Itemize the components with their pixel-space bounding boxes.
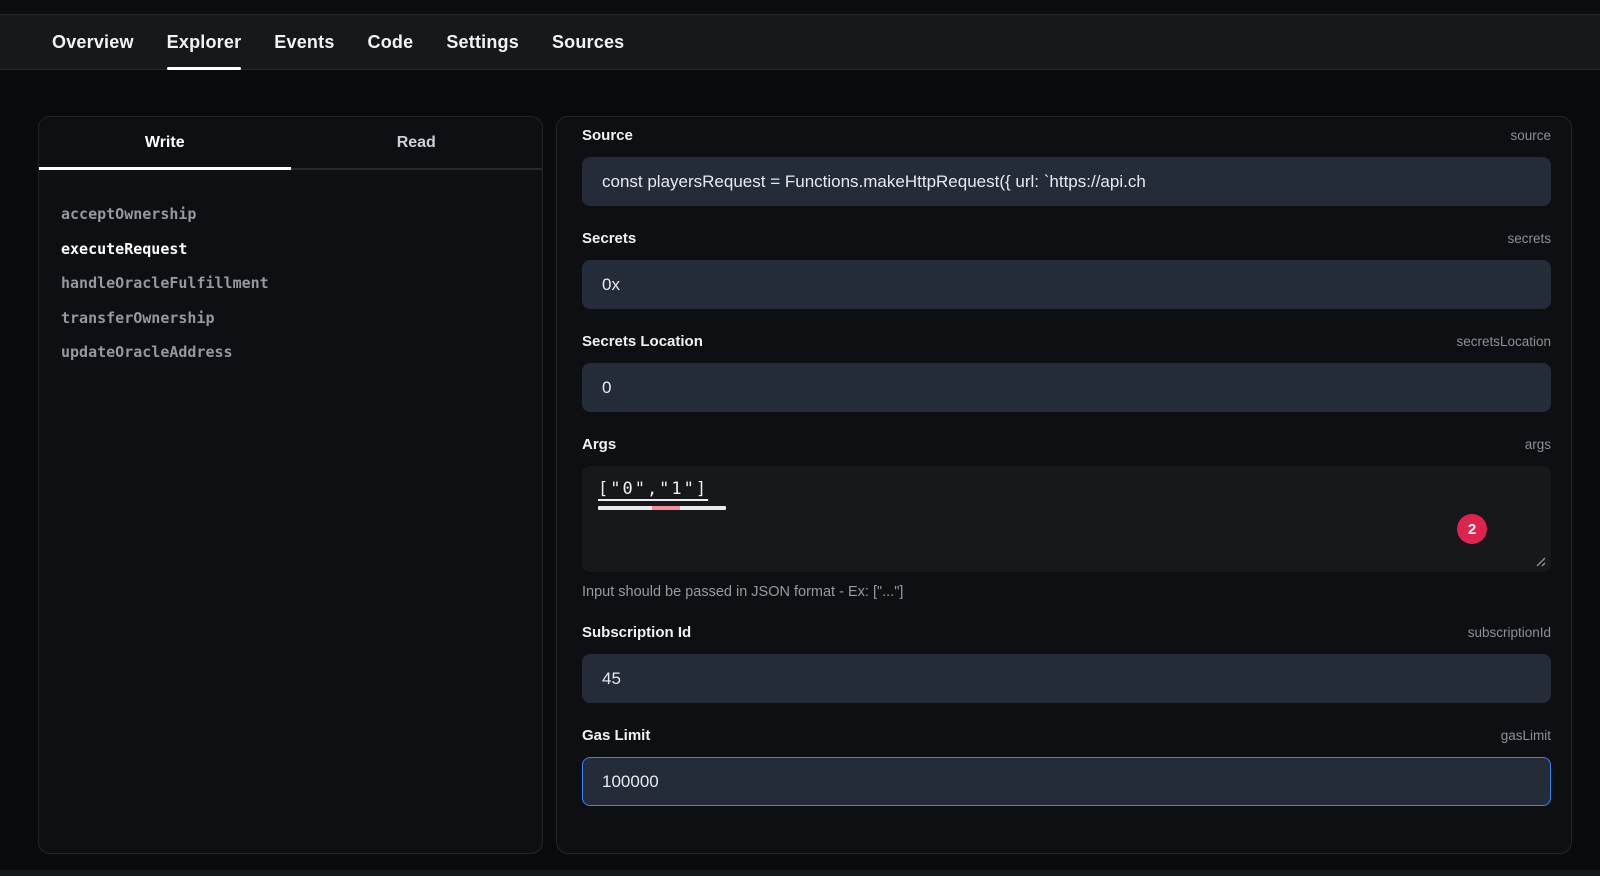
gas-limit-param-name: gasLimit	[1501, 728, 1551, 743]
write-read-tabbar: Write Read	[39, 117, 542, 170]
gas-limit-input[interactable]	[582, 757, 1551, 806]
tab-settings[interactable]: Settings	[446, 15, 519, 69]
field-secrets: Secrets secrets	[582, 230, 1551, 309]
source-input[interactable]	[582, 157, 1551, 206]
function-list: acceptOwnership executeRequest handleOra…	[39, 170, 542, 370]
field-secrets-location: Secrets Location secretsLocation	[582, 333, 1551, 412]
args-param-name: args	[1525, 437, 1551, 452]
function-item-updateoracleaddress[interactable]: updateOracleAddress	[61, 335, 542, 370]
function-item-handleoraclefulfillment[interactable]: handleOracleFulfillment	[61, 266, 542, 301]
window-top-strip	[0, 0, 1600, 14]
subscription-id-input[interactable]	[582, 654, 1551, 703]
bottom-edge-strip	[0, 870, 1600, 876]
main-navbar: Overview Explorer Events Code Settings S…	[0, 14, 1600, 70]
source-label: Source	[582, 127, 633, 144]
functions-panel: Write Read acceptOwnership executeReques…	[38, 116, 543, 854]
function-item-transferownership[interactable]: transferOwnership	[61, 301, 542, 336]
explorer-content: Write Read acceptOwnership executeReques…	[0, 70, 1600, 854]
args-value-text: ["0","1"]	[598, 479, 708, 499]
resize-handle-icon[interactable]	[1534, 555, 1546, 567]
secrets-param-name: secrets	[1507, 231, 1551, 246]
args-helper-text: Input should be passed in JSON format - …	[582, 584, 1551, 600]
tab-events[interactable]: Events	[274, 15, 334, 69]
function-item-executerequest[interactable]: executeRequest	[61, 232, 542, 267]
tab-code[interactable]: Code	[368, 15, 414, 69]
field-gas-limit: Gas Limit gasLimit	[582, 727, 1551, 806]
secrets-location-input[interactable]	[582, 363, 1551, 412]
args-textarea[interactable]: ["0","1"] 2	[582, 466, 1551, 572]
function-form-panel: Source source Secrets secrets Secrets Lo…	[556, 116, 1572, 854]
error-count-badge[interactable]: 2	[1457, 514, 1487, 544]
field-source: Source source	[582, 127, 1551, 206]
function-item-acceptownership[interactable]: acceptOwnership	[61, 197, 542, 232]
secrets-location-label: Secrets Location	[582, 333, 703, 350]
tab-write[interactable]: Write	[39, 117, 291, 168]
tab-read[interactable]: Read	[291, 117, 543, 168]
spellcheck-underline	[598, 506, 726, 510]
secrets-input[interactable]	[582, 260, 1551, 309]
tab-explorer[interactable]: Explorer	[167, 15, 242, 69]
field-subscription-id: Subscription Id subscriptionId	[582, 624, 1551, 703]
field-args: Args args ["0","1"] 2 Input should be pa…	[582, 436, 1551, 600]
tab-sources[interactable]: Sources	[552, 15, 624, 69]
gas-limit-label: Gas Limit	[582, 727, 650, 744]
subscription-id-label: Subscription Id	[582, 624, 691, 641]
args-label: Args	[582, 436, 616, 453]
source-param-name: source	[1510, 128, 1551, 143]
subscription-id-param-name: subscriptionId	[1468, 625, 1551, 640]
secrets-location-param-name: secretsLocation	[1456, 334, 1551, 349]
tab-overview[interactable]: Overview	[52, 15, 134, 69]
secrets-label: Secrets	[582, 230, 636, 247]
